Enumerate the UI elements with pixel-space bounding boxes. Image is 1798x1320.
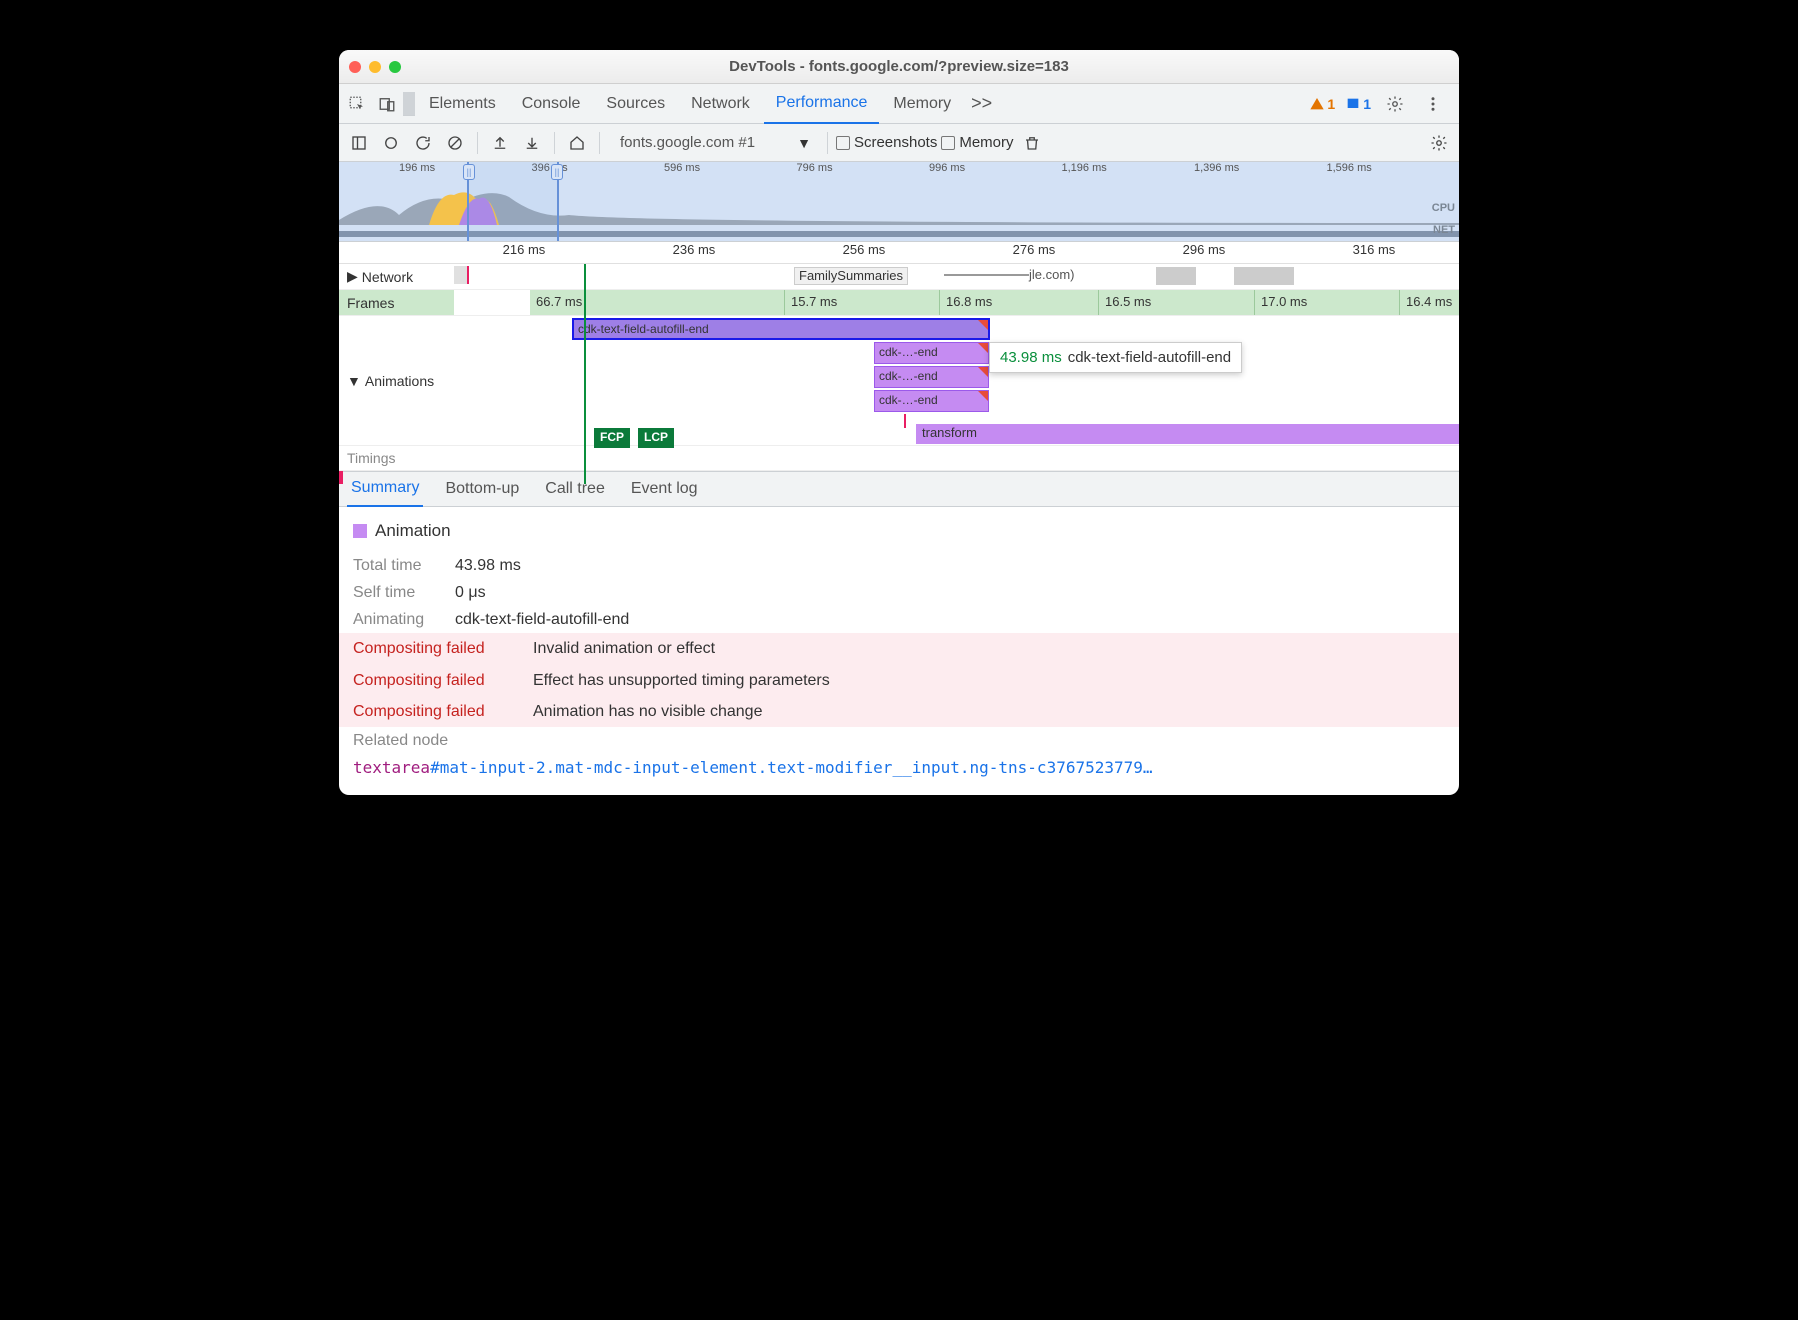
transform-bar[interactable]: transform (916, 424, 1459, 444)
gc-icon[interactable] (1018, 129, 1046, 157)
animation-bar[interactable]: cdk-…-end (874, 342, 989, 364)
animation-bar[interactable]: cdk-…-end (874, 390, 989, 412)
timings-track-label[interactable]: Timings (339, 446, 454, 470)
tab-console[interactable]: Console (510, 84, 593, 124)
detail-tabs: Summary Bottom-up Call tree Event log (339, 471, 1459, 507)
frames-track-label[interactable]: Frames (339, 290, 454, 315)
detail-tab-bottomup[interactable]: Bottom-up (441, 471, 523, 507)
window-title: DevTools - fonts.google.com/?preview.siz… (339, 58, 1459, 75)
net-label: NET (1433, 224, 1455, 236)
total-time-value: 43.98 ms (455, 552, 521, 579)
detail-tab-eventlog[interactable]: Event log (627, 471, 702, 507)
time-ruler: 216 ms236 ms256 ms276 ms296 ms316 ms (339, 242, 1459, 264)
hover-tooltip: 43.98 mscdk-text-field-autofill-end (989, 342, 1242, 373)
tab-sources[interactable]: Sources (594, 84, 677, 124)
upload-icon[interactable] (486, 129, 514, 157)
fcp-marker[interactable]: FCP (594, 428, 630, 448)
more-tabs-icon[interactable]: >> (965, 93, 998, 114)
compositing-failed-row: Compositing failedEffect has unsupported… (339, 665, 1459, 696)
download-icon[interactable] (518, 129, 546, 157)
timings-track[interactable]: Timings FCP LCP (339, 446, 1459, 471)
flame-chart[interactable]: ▶ Network FamilySummaries jle.com) Frame… (339, 264, 1459, 471)
summary-title: Animation (353, 517, 1445, 546)
animating-value: cdk-text-field-autofill-end (455, 606, 629, 633)
settings-icon[interactable] (1381, 90, 1409, 118)
tab-performance[interactable]: Performance (764, 84, 880, 124)
self-time-value: 0 μs (455, 579, 486, 606)
zoom-icon[interactable] (389, 61, 401, 73)
animation-bar-selected[interactable]: cdk-text-field-autofill-end (572, 318, 990, 340)
titlebar: DevTools - fonts.google.com/?preview.siz… (339, 50, 1459, 84)
clear-icon[interactable] (441, 129, 469, 157)
lcp-marker[interactable]: LCP (638, 428, 674, 448)
toggle-sidebar-icon[interactable] (345, 129, 373, 157)
compositing-failed-row: Compositing failedAnimation has no visib… (339, 696, 1459, 727)
close-icon[interactable] (349, 61, 361, 73)
related-node-link[interactable]: textarea#mat-input-2.mat-mdc-input-eleme… (353, 754, 1445, 781)
warnings-badge[interactable]: 1 (1309, 96, 1335, 112)
summary-panel: Animation Total time43.98 ms Self time0 … (339, 507, 1459, 795)
detail-tab-calltree[interactable]: Call tree (541, 471, 609, 507)
overview-timeline[interactable]: 196 ms396 ms596 ms796 ms996 ms1,196 ms1,… (339, 162, 1459, 242)
animation-bar[interactable]: cdk-…-end (874, 366, 989, 388)
network-track-label[interactable]: ▶ Network (339, 264, 454, 289)
recording-dropdown[interactable]: fonts.google.com #1 ▼ (608, 134, 819, 151)
animation-swatch-icon (353, 524, 367, 538)
tab-network[interactable]: Network (679, 84, 762, 124)
tab-memory[interactable]: Memory (881, 84, 963, 124)
panel-tabs: Elements Console Sources Network Perform… (339, 84, 1459, 124)
capture-settings-icon[interactable] (1425, 129, 1453, 157)
network-request[interactable]: FamilySummaries (794, 267, 908, 285)
home-icon[interactable] (563, 129, 591, 157)
network-track[interactable]: ▶ Network FamilySummaries jle.com) (339, 264, 1459, 290)
kebab-icon[interactable] (1419, 90, 1447, 118)
selection-handle-left[interactable]: || (463, 164, 475, 180)
cpu-label: CPU (1432, 202, 1455, 214)
reload-record-icon[interactable] (409, 129, 437, 157)
playhead-line (584, 264, 586, 484)
devtools-window: DevTools - fonts.google.com/?preview.siz… (339, 50, 1459, 795)
minimize-icon[interactable] (369, 61, 381, 73)
issues-badge[interactable]: 1 (1345, 96, 1371, 112)
detail-tab-summary[interactable]: Summary (347, 471, 423, 507)
screenshots-checkbox[interactable]: Screenshots (836, 134, 937, 151)
perf-toolbar: fonts.google.com #1 ▼ Screenshots Memory (339, 124, 1459, 162)
overview-selection[interactable]: || || (467, 162, 559, 241)
compositing-failed-row: Compositing failedInvalid animation or e… (339, 633, 1459, 664)
record-icon[interactable] (377, 129, 405, 157)
memory-checkbox[interactable]: Memory (941, 134, 1013, 151)
animations-track[interactable]: ▼ Animations cdk-text-field-autofill-end… (339, 316, 1459, 446)
tab-elements[interactable]: Elements (417, 84, 508, 124)
device-toggle-icon[interactable] (373, 90, 401, 118)
selection-handle-right[interactable]: || (551, 164, 563, 180)
inspect-icon[interactable] (343, 90, 371, 118)
related-node-label: Related node (353, 727, 1445, 754)
animations-track-label[interactable]: ▼ Animations (339, 316, 454, 445)
frames-track[interactable]: Frames 66.7 ms 15.7 ms 16.8 ms 16.5 ms 1… (339, 290, 1459, 316)
traffic-lights (349, 61, 401, 73)
